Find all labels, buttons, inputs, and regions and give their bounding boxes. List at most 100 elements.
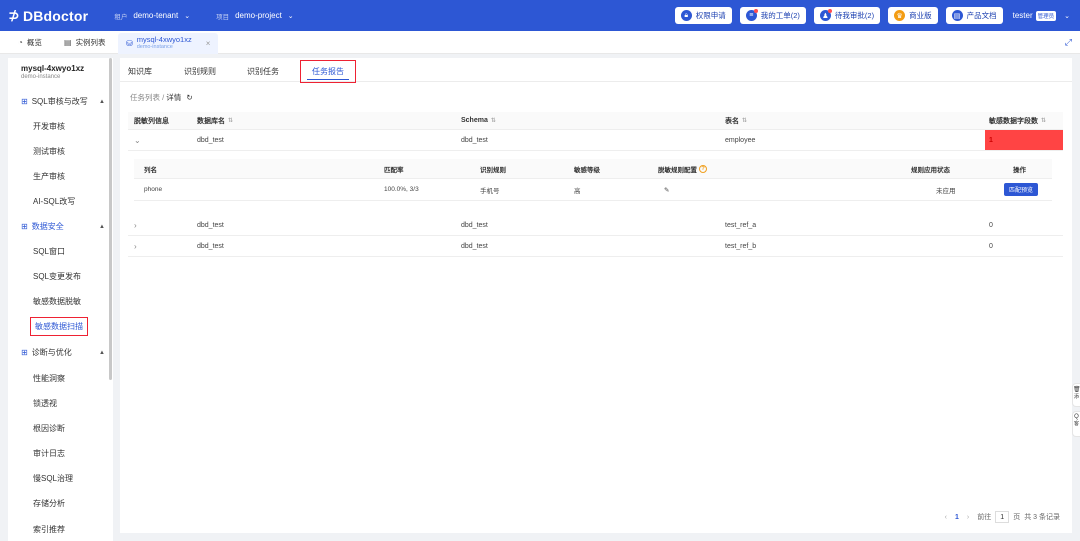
tab-knowledge-base[interactable]: 知识库 — [128, 66, 152, 77]
grid-icon: ⊞ — [21, 348, 28, 357]
sidebar-item-sql-release[interactable]: SQL变更发布 — [33, 271, 81, 282]
nested-detail-table: 列名 匹配率 识别规则 敏感等级 脱敏规则配置 ? 规则应用状态 操作 phon… — [134, 159, 1052, 201]
chevron-up-icon: ▲ — [99, 98, 105, 105]
sidebar-item-test-audit[interactable]: 测试审核 — [33, 146, 65, 157]
sidebar-item-storage[interactable]: 存储分析 — [33, 498, 65, 509]
grid-icon: ⊞ — [21, 222, 28, 231]
next-page-icon[interactable]: › — [967, 514, 969, 521]
commercial-edition-button[interactable]: ♛ 商业版 — [888, 7, 938, 24]
expand-icon[interactable]: › — [134, 236, 137, 256]
fullscreen-icon[interactable]: ⤢ — [1065, 37, 1072, 48]
trash-icon: 🗑︎ — [1073, 387, 1080, 393]
prev-page-icon[interactable]: ‹ — [945, 514, 947, 521]
tenant-label: 租户 — [114, 13, 128, 21]
tab-recognition-tasks[interactable]: 识别任务 — [247, 66, 279, 77]
chevron-down-icon: ⌄ — [1064, 12, 1070, 20]
book-icon: ▤ — [951, 10, 963, 21]
header-masked-column: 脱敏列信息 — [134, 117, 169, 125]
database-icon: ⛁ — [126, 39, 133, 48]
list-icon: ▤ — [64, 38, 72, 47]
table-row[interactable]: › dbd_test dbd_test test_ref_a 0 — [128, 215, 1063, 236]
sidebar: mysql-4xwyo1xz demo-instance ⊞ SQL审核与改写 … — [8, 58, 113, 541]
sidebar-item-root-cause[interactable]: 根因诊断 — [33, 423, 65, 434]
header-table-name[interactable]: 表名 ⇅ — [725, 112, 747, 129]
user-check-icon: ♟ — [819, 9, 832, 21]
role-badge: 管理员 — [1035, 10, 1057, 21]
expand-icon[interactable]: › — [134, 215, 137, 235]
breadcrumb-task-list[interactable]: 任务列表 — [130, 93, 160, 102]
chevron-up-icon: ▲ — [99, 349, 105, 356]
table-row[interactable]: ⌄ dbd_test dbd_test employee 1 — [128, 130, 1063, 151]
match-preview-button[interactable]: 匹配预览 — [1004, 183, 1039, 196]
sidebar-item-slow-sql[interactable]: 慢SQL治理 — [33, 473, 73, 484]
chevron-down-icon: ⌄ — [287, 12, 294, 20]
top-bar: ⊅ DBdoctor 租户 demo-tenant ⌄ 项目 demo-proj… — [0, 0, 1080, 31]
user-menu[interactable]: tester 管理员 ⌄ — [1012, 10, 1070, 21]
tab-recognition-rules[interactable]: 识别规则 — [184, 66, 216, 77]
dashboard-icon: ◔ — [18, 38, 23, 47]
nested-header: 列名 匹配率 识别规则 敏感等级 脱敏规则配置 ? 规则应用状态 操作 — [134, 159, 1052, 179]
close-icon[interactable]: × — [206, 39, 211, 48]
sub-tabs: 知识库 识别规则 识别任务 任务报告 — [120, 58, 1072, 83]
sidebar-instance-info: mysql-4xwyo1xz demo-instance — [21, 64, 85, 80]
sidebar-group-diagnosis[interactable]: ⊞ 诊断与优化 ▲ — [21, 347, 109, 358]
project-selector[interactable]: 项目 demo-project ⌄ — [216, 11, 294, 21]
tab-task-report[interactable]: 任务报告 — [300, 60, 356, 83]
pending-approval-button[interactable]: ♟ 待我审批(2) — [813, 7, 881, 24]
page-number[interactable]: 1 — [955, 514, 959, 521]
permission-request-button[interactable]: 🔒︎ 权限申请 — [674, 7, 732, 24]
header-sensitive-count[interactable]: 敏感数据字段数 ⇅ — [989, 112, 1046, 129]
collapse-icon[interactable]: ⌄ — [134, 130, 141, 150]
table-row[interactable]: › dbd_test dbd_test test_ref_b 0 — [128, 236, 1063, 257]
tab-instance[interactable]: ⛁ mysql-4xwyo1xz demo-instance × — [118, 33, 219, 54]
tenant-selector[interactable]: 租户 demo-tenant ⌄ — [114, 11, 190, 21]
sidebar-scrollbar[interactable] — [109, 58, 112, 380]
edit-icon[interactable]: ✎ — [664, 179, 669, 200]
tab-instance-list[interactable]: ▤ 实例列表 — [64, 31, 106, 54]
dbdoctor-logo-icon: ⊅ — [8, 7, 20, 23]
help-icon[interactable]: ? — [699, 164, 707, 173]
pagination: ‹ 1 › 前往 1 页 共 3 条记录 — [945, 511, 1060, 523]
main-content: 知识库 识别规则 识别任务 任务报告 任务列表 / 详情 ↻ 脱敏列信息 数据库… — [120, 58, 1072, 533]
sidebar-item-sql-window[interactable]: SQL窗口 — [33, 246, 65, 257]
goto-page-input[interactable]: 1 — [995, 511, 1010, 523]
sidebar-item-audit-log[interactable]: 审计日志 — [33, 448, 65, 459]
sidebar-item-data-masking[interactable]: 敏感数据脱敏 — [33, 296, 81, 307]
nested-row: phone 100.0%, 3/3 手机号 高 ✎ 未应用 匹配预览 — [134, 179, 1052, 201]
sidebar-item-ai-sql[interactable]: AI-SQL改写 — [33, 196, 75, 207]
user-name: tester — [1012, 11, 1033, 20]
project-value: demo-project — [235, 11, 282, 20]
sidebar-item-lock[interactable]: 锁透视 — [33, 398, 57, 409]
sort-icon[interactable]: ⇅ — [1041, 117, 1046, 124]
sidebar-group-sql-audit[interactable]: ⊞ SQL审核与改写 ▲ — [21, 96, 109, 107]
sort-icon[interactable]: ⇅ — [228, 117, 233, 124]
sensitive-count-highlight: 1 — [985, 130, 1063, 150]
chevron-down-icon: ⌄ — [184, 12, 191, 20]
sidebar-item-dev-audit[interactable]: 开发审核 — [33, 121, 65, 132]
sidebar-item-performance[interactable]: 性能洞察 — [33, 373, 65, 384]
chevron-up-icon: ▲ — [99, 223, 105, 230]
sort-icon[interactable]: ⇅ — [742, 117, 747, 124]
header-database[interactable]: 数据库名 ⇅ — [197, 112, 233, 129]
header-schema[interactable]: Schema ⇅ — [461, 112, 496, 129]
my-orders-button[interactable]: ≡ 我的工单(2) — [739, 7, 806, 24]
crown-icon: ♛ — [894, 10, 906, 21]
sort-icon[interactable]: ⇅ — [491, 117, 496, 124]
sidebar-group-data-security[interactable]: ⊞ 数据安全 ▲ — [21, 221, 109, 232]
app-logo[interactable]: ⊅ DBdoctor — [8, 7, 88, 24]
breadcrumb: 任务列表 / 详情 ↻ — [130, 93, 193, 102]
project-label: 项目 — [216, 13, 230, 21]
refresh-icon[interactable]: ↻ — [186, 93, 192, 102]
float-add-button[interactable]: 🗑︎ 添 — [1072, 383, 1080, 407]
product-docs-button[interactable]: ▤ 产品文档 — [945, 7, 1003, 24]
total-records: 共 3 条记录 — [1024, 514, 1060, 521]
sidebar-item-index[interactable]: 索引推荐 — [33, 524, 65, 535]
logo-text: DBdoctor — [22, 7, 89, 24]
grid-icon: ⊞ — [21, 97, 28, 106]
sidebar-item-prod-audit[interactable]: 生产审核 — [33, 171, 65, 182]
tab-overview[interactable]: ◔ 概览 — [18, 31, 42, 54]
float-support-button[interactable]: Q 客 — [1072, 411, 1080, 437]
document-icon: ≡ — [745, 9, 758, 21]
sidebar-item-sensitive-scan[interactable]: 敏感数据扫描 — [30, 317, 88, 336]
lock-icon: 🔒︎ — [680, 10, 692, 21]
